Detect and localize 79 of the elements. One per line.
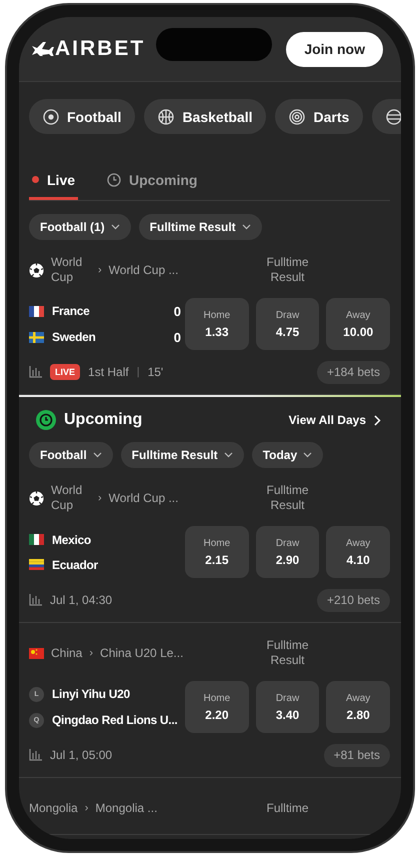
football-icon	[43, 108, 59, 124]
chevron-down-icon	[242, 224, 251, 230]
view-all-link[interactable]: View All Days	[288, 413, 381, 427]
chevron-down-icon	[110, 224, 120, 230]
breadcrumb-separator: ›	[98, 264, 102, 276]
brand-logo: AIRBET	[55, 37, 146, 61]
join-button[interactable]: Join now	[286, 32, 383, 66]
league-name: World Cup	[51, 255, 84, 285]
separator: |	[136, 366, 140, 378]
odds-button[interactable]: Draw 4.75	[256, 298, 320, 350]
flag-icon	[29, 534, 44, 545]
kickoff-time: Jul 1, 05:00	[50, 748, 112, 762]
soccer-ball-icon	[29, 490, 44, 506]
chevron-down-icon	[224, 452, 233, 458]
league-name: China	[51, 646, 82, 660]
market-label: Fulltime Result	[265, 255, 310, 285]
bets-button[interactable]: +81 bets	[324, 744, 390, 766]
team-name: France	[52, 304, 91, 318]
filter-dropdown[interactable]: Fulltime Result	[138, 214, 262, 240]
odds-button[interactable]: Away 2.80	[326, 681, 390, 733]
competition-name: China U20 Le...	[100, 646, 184, 660]
breadcrumb-separator: ›	[84, 802, 88, 814]
tab[interactable]: Live	[29, 162, 78, 200]
league-name: World Cup	[51, 483, 84, 513]
stats-icon	[29, 749, 42, 761]
bets-button[interactable]: +210 bets	[316, 588, 390, 612]
chevron-right-icon	[374, 414, 381, 426]
plane-icon	[32, 42, 54, 56]
flag-icon	[29, 306, 44, 316]
clock-icon	[107, 172, 122, 186]
odds-button[interactable]: Draw 2.90	[256, 526, 320, 578]
tab[interactable]: Upcoming	[104, 162, 200, 200]
competition-name: World Cup ...	[108, 490, 178, 506]
sport-chip[interactable]: Football	[29, 99, 136, 134]
odds-button[interactable]: Draw 3.40	[256, 681, 320, 733]
flag-icon	[29, 332, 44, 342]
match-period: 1st Half	[88, 365, 129, 379]
odds-button[interactable]: Home 2.15	[185, 526, 249, 578]
bets-button[interactable]: +184 bets	[316, 360, 390, 384]
team-score: 0	[174, 330, 181, 344]
odds-button[interactable]: Away 10.00	[326, 298, 390, 350]
filter-dropdown[interactable]: Football (1)	[29, 214, 131, 240]
soccer-ball-icon	[29, 262, 44, 278]
team-name: Mexico	[52, 532, 92, 546]
league-name: Mongolia	[29, 800, 78, 816]
sport-chip[interactable]: Darts	[275, 99, 364, 134]
odds-button[interactable]: Home 2.20	[185, 681, 249, 733]
filter-dropdown[interactable]: Football	[29, 442, 113, 468]
odds-button[interactable]: Away 4.10	[326, 526, 390, 578]
market-label: Fulltime Result	[265, 638, 310, 668]
live-dot-icon	[32, 176, 39, 183]
live-badge: LIVE	[50, 364, 80, 380]
kickoff-time: Jul 1, 04:30	[50, 593, 112, 607]
filter-dropdown[interactable]: Today	[252, 442, 324, 468]
odds-button[interactable]: Home 1.33	[185, 298, 249, 350]
market-label: Fulltime Result	[265, 483, 310, 513]
filter-dropdown[interactable]: Fulltime Result	[120, 442, 244, 468]
match-minute: 15'	[148, 365, 164, 379]
market-label: Fulltime	[265, 800, 310, 816]
target-icon	[289, 108, 306, 124]
competition-name: World Cup ...	[108, 262, 178, 278]
flag-icon	[29, 648, 44, 658]
flag-icon	[29, 559, 44, 570]
chevron-down-icon	[303, 452, 312, 458]
competition-name: Mongolia ...	[95, 800, 158, 816]
sport-chip[interactable]: Basketball	[144, 99, 266, 134]
stats-icon	[29, 594, 42, 606]
team-name: Qingdao Red Lions U...	[52, 713, 178, 727]
section-title: Upcoming	[64, 411, 142, 429]
team-score: 0	[174, 304, 181, 318]
stats-icon	[29, 366, 42, 378]
chevron-down-icon	[92, 452, 102, 458]
team-name: Ecuador	[52, 558, 99, 572]
team-name: Linyi Yihu U20	[52, 687, 131, 701]
team-name: Sweden	[52, 330, 97, 344]
breadcrumb-separator: ›	[89, 647, 94, 659]
basketball-icon	[158, 108, 174, 124]
clock-icon	[36, 410, 56, 430]
breadcrumb-separator: ›	[98, 492, 102, 504]
